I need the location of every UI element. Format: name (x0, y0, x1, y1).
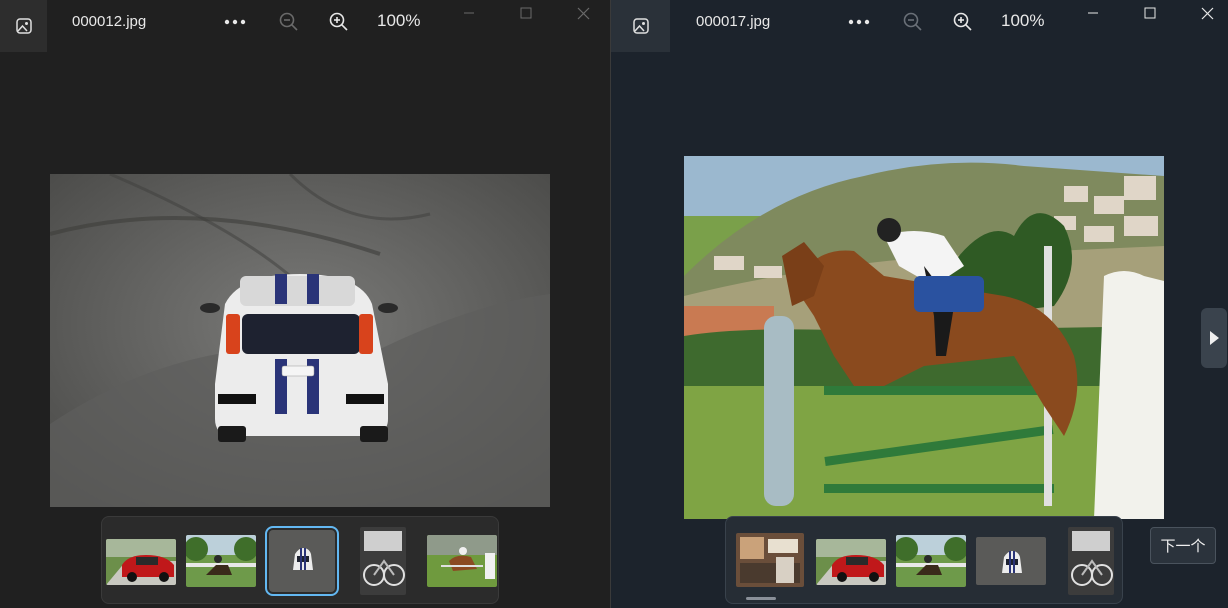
photos-app-button[interactable] (0, 0, 47, 52)
thumbnail-bw-bicycle[interactable] (1068, 527, 1114, 595)
chevron-right-icon (1210, 331, 1219, 345)
zoom-in-button[interactable] (325, 9, 353, 35)
photos-app-button[interactable] (611, 0, 670, 52)
maximize-button[interactable] (503, 0, 549, 26)
zoom-in-icon (329, 12, 348, 31)
thumbnail-bw-bicycle[interactable] (360, 527, 406, 595)
more-icon (848, 19, 870, 25)
close-icon (577, 7, 589, 19)
zoom-out-button[interactable] (899, 9, 927, 35)
filmstrip (101, 516, 499, 604)
zoom-level[interactable]: 100% (1001, 11, 1044, 31)
more-button[interactable] (845, 9, 873, 35)
zoom-out-icon (903, 12, 922, 31)
title-bar: 000012.jpg 100% (0, 0, 610, 52)
thumbnail-horse-riders[interactable] (186, 535, 256, 587)
zoom-in-icon (953, 12, 972, 31)
close-button[interactable] (1184, 0, 1228, 26)
maximize-icon (520, 7, 532, 19)
maximize-button[interactable] (1127, 0, 1173, 26)
main-photo (684, 156, 1164, 519)
photos-window-left: 000012.jpg 100% (0, 0, 610, 608)
filename-label: 000012.jpg (72, 13, 147, 30)
thumbnail-red-car[interactable] (106, 539, 176, 585)
minimize-button[interactable] (446, 0, 492, 26)
thumbnail-kitchen[interactable] (736, 533, 804, 587)
next-tooltip: 下一个 (1150, 527, 1216, 564)
main-photo (50, 174, 550, 507)
close-icon (1201, 7, 1213, 19)
filmstrip-scroll-indicator[interactable] (746, 597, 776, 600)
zoom-level[interactable]: 100% (377, 11, 420, 31)
close-button[interactable] (560, 0, 606, 26)
thumbnail-red-car[interactable] (816, 539, 886, 585)
more-button[interactable] (221, 9, 249, 35)
more-icon (224, 19, 246, 25)
title-bar: 000017.jpg 100% (611, 0, 1228, 52)
zoom-out-button[interactable] (275, 9, 303, 35)
thumbnail-horse-jump[interactable] (427, 535, 497, 587)
next-photo-button[interactable] (1201, 308, 1227, 368)
photos-app-icon (632, 18, 649, 34)
maximize-icon (1144, 7, 1156, 19)
zoom-in-button[interactable] (949, 9, 977, 35)
minimize-icon (1088, 12, 1098, 14)
thumbnail-horse-riders[interactable] (896, 535, 966, 587)
minimize-button[interactable] (1070, 0, 1116, 26)
photos-window-right: 000017.jpg 100% 下一个 (611, 0, 1228, 608)
filename-label: 000017.jpg (696, 13, 771, 30)
thumbnail-white-car[interactable] (976, 537, 1046, 585)
photos-app-icon (15, 18, 32, 34)
zoom-out-icon (279, 12, 298, 31)
minimize-icon (464, 12, 474, 14)
thumbnail-white-car-selected[interactable] (265, 526, 339, 596)
filmstrip (725, 516, 1123, 604)
